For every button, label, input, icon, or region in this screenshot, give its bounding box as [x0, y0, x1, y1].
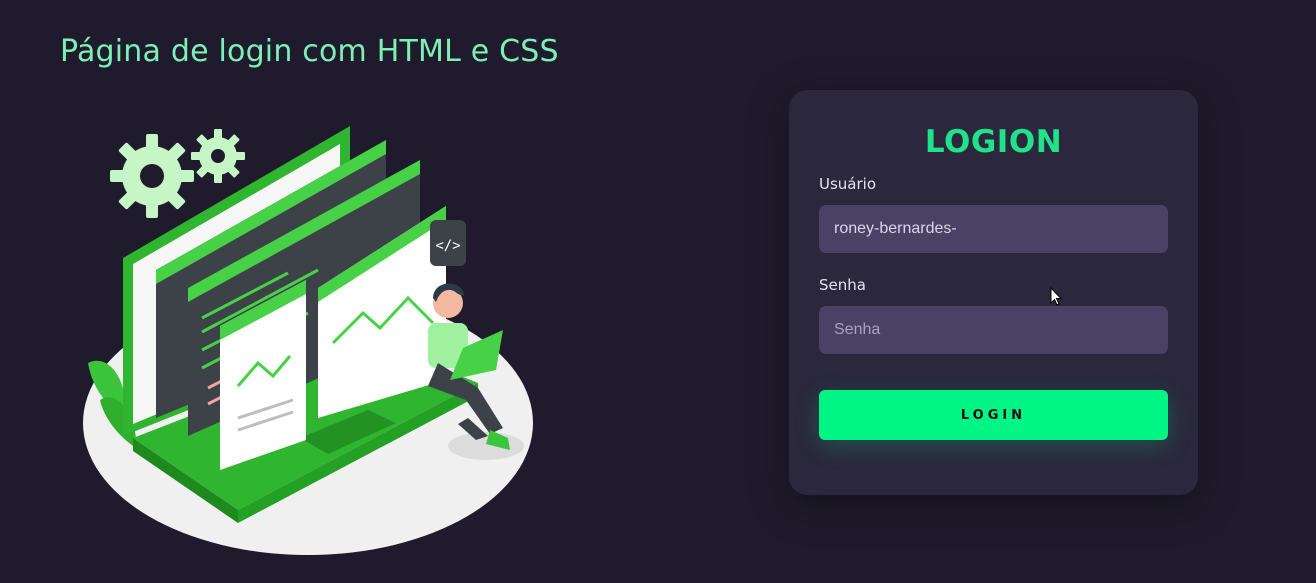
small-gear-icon: [191, 129, 245, 183]
mouse-pointer-icon: [1050, 287, 1062, 306]
username-label: Usuário: [819, 175, 877, 193]
large-gear-icon: [110, 134, 194, 218]
svg-text:</>: </>: [435, 238, 460, 254]
login-card: LOGION Usuário Senha LOGIN: [789, 90, 1198, 495]
page-title: Página de login com HTML e CSS: [60, 34, 559, 69]
password-label: Senha: [819, 276, 866, 294]
developer-illustration: </>: [83, 126, 533, 555]
password-input[interactable]: [819, 306, 1168, 354]
username-input[interactable]: [819, 205, 1168, 253]
login-button[interactable]: LOGIN: [819, 390, 1168, 440]
login-page: Página de login com HTML e CSS </> LOGIO…: [0, 0, 1316, 583]
login-title: LOGION: [924, 124, 1063, 160]
